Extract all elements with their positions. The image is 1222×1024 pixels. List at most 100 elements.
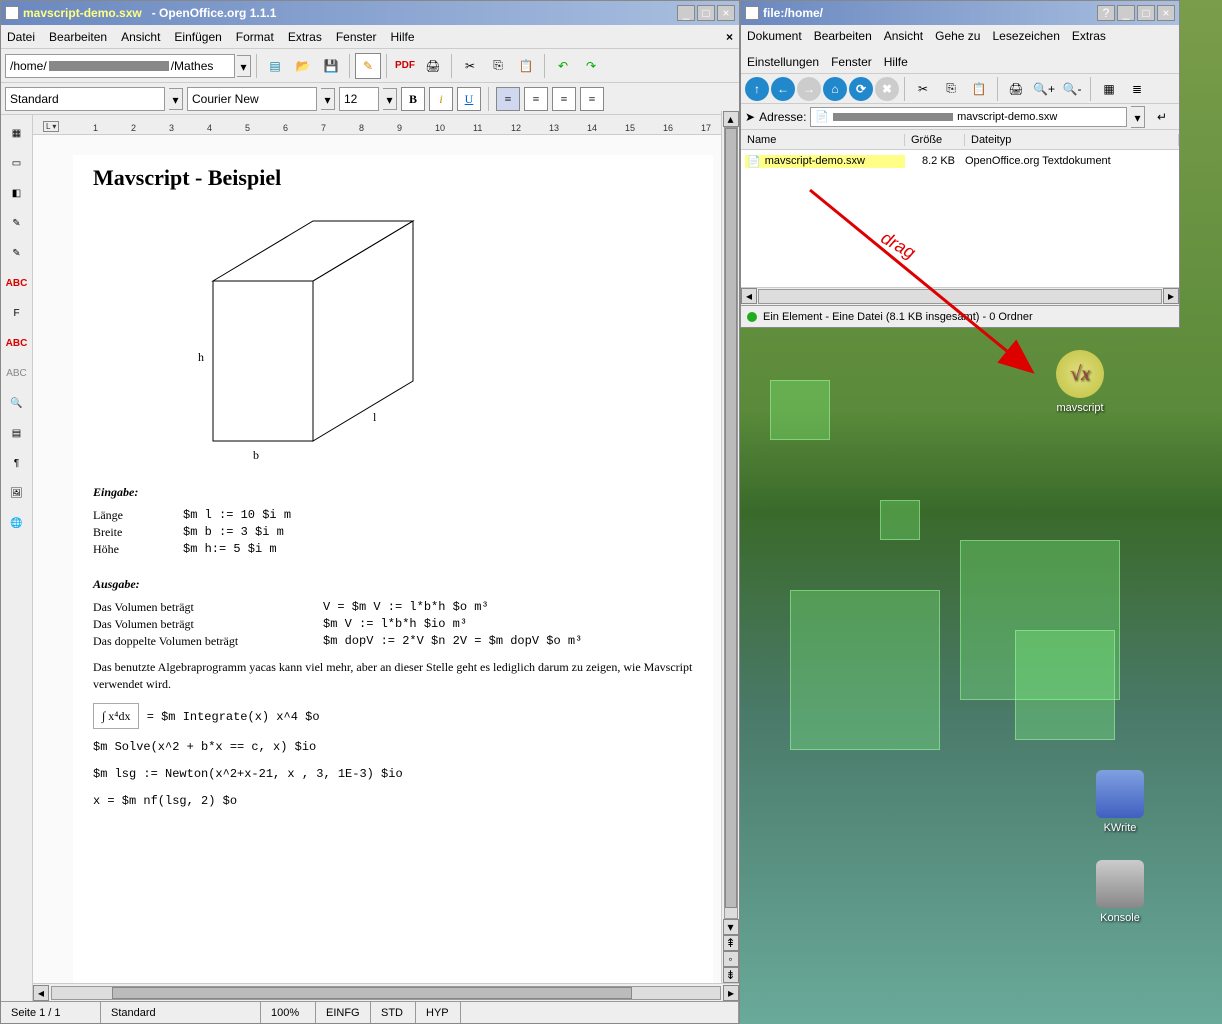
minimize-button[interactable]: _ (677, 5, 695, 21)
status-zoom[interactable]: 100% (261, 1002, 316, 1023)
scroll-right-button[interactable]: ▸ (723, 985, 739, 1001)
menu-bearbeiten[interactable]: Bearbeiten (49, 30, 107, 44)
datasources-button[interactable]: ▤ (5, 421, 29, 445)
menu-einfuegen[interactable]: Einfügen (174, 30, 221, 44)
url-dropdown[interactable]: ▾ (237, 55, 251, 77)
fm-col-type[interactable]: Dateityp (965, 134, 1179, 146)
insert-object-button[interactable]: ◧ (5, 181, 29, 205)
find-button[interactable]: 🔍 (5, 391, 29, 415)
fm-col-size[interactable]: Größe (905, 134, 965, 146)
fm-maximize-button[interactable]: □ (1137, 5, 1155, 21)
next-page-button[interactable]: ⇟ (723, 967, 739, 983)
horizontal-ruler[interactable]: L ▾ 1234567891011121314151617 (33, 115, 739, 135)
menu-extras[interactable]: Extras (288, 30, 322, 44)
autospell-button[interactable]: ABC (5, 361, 29, 385)
scroll-up-button[interactable]: ▴ (723, 111, 739, 127)
maximize-button[interactable]: □ (697, 5, 715, 21)
document-viewport[interactable]: Mavscript - Beispiel h b l Eingabe: Läng… (33, 135, 739, 983)
spellcheck-button[interactable]: ABC (5, 331, 29, 355)
paste-button[interactable]: 📋 (513, 53, 539, 79)
fm-copy-button[interactable]: ⎘ (938, 76, 964, 102)
url-field[interactable]: /home/ /Mathes (5, 54, 235, 78)
draw-button[interactable]: ✎ (5, 211, 29, 235)
pdf-button[interactable]: PDF (392, 53, 418, 79)
insert-table-button[interactable]: ▦ (5, 121, 29, 145)
draw2-button[interactable]: ✎ (5, 241, 29, 265)
nav-button[interactable]: ◦ (723, 951, 739, 967)
fm-menu-dokument[interactable]: Dokument (747, 29, 802, 43)
fm-menu-bearbeiten[interactable]: Bearbeiten (814, 29, 872, 43)
hyperlink-button[interactable]: 🌐 (5, 511, 29, 535)
fm-menu-einstellungen[interactable]: Einstellungen (747, 55, 819, 69)
menu-hilfe[interactable]: Hilfe (391, 30, 415, 44)
fm-print-button[interactable]: 🖨 (1003, 76, 1029, 102)
fm-close-button[interactable]: × (1157, 5, 1175, 21)
open-button[interactable]: 📂 (290, 53, 316, 79)
desktop-icon-mavscript[interactable]: √x mavscript (1045, 350, 1115, 414)
print-button[interactable]: 🖨 (420, 53, 446, 79)
fm-minimize-button[interactable]: _ (1117, 5, 1135, 21)
scroll-down-button[interactable]: ▾ (723, 919, 739, 935)
align-right-button[interactable]: ≡ (552, 87, 576, 111)
fm-file-row[interactable]: 📄mavscript-demo.sxw 8.2 KB OpenOffice.or… (741, 150, 1179, 172)
fm-menu-extras[interactable]: Extras (1072, 29, 1106, 43)
new-doc-button[interactable]: ▤ (262, 53, 288, 79)
fm-home-button[interactable]: ⌂ (823, 77, 847, 101)
font-dropdown[interactable]: ▾ (321, 88, 335, 110)
fm-up-button[interactable]: ↑ (745, 77, 769, 101)
copy-button[interactable]: ⎘ (485, 53, 511, 79)
menu-ansicht[interactable]: Ansicht (121, 30, 160, 44)
style-dropdown[interactable]: ▾ (169, 88, 183, 110)
gallery-button[interactable]: 🖼 (5, 481, 29, 505)
save-button[interactable]: 💾 (318, 53, 344, 79)
fm-listview-button[interactable]: ≣ (1124, 76, 1150, 102)
close-button[interactable]: × (717, 5, 735, 21)
nonprinting-button[interactable]: ¶ (5, 451, 29, 475)
status-hyp[interactable]: HYP (416, 1002, 461, 1023)
fm-addr-dropdown[interactable]: ▾ (1131, 106, 1145, 128)
fm-menu-hilfe[interactable]: Hilfe (884, 55, 908, 69)
size-dropdown[interactable]: ▾ (383, 88, 397, 110)
fm-bookmark-icon[interactable]: ➤ (745, 110, 755, 124)
fm-reload-button[interactable]: ⟳ (849, 77, 873, 101)
fm-help-button[interactable]: ? (1097, 5, 1115, 21)
fm-paste-button[interactable]: 📋 (966, 76, 992, 102)
horizontal-scrollbar[interactable]: ◂ ▸ (33, 983, 739, 1001)
fm-zoomin-button[interactable]: 🔍+ (1031, 76, 1057, 102)
menu-datei[interactable]: Datei (7, 30, 35, 44)
cut-button[interactable]: ✂ (457, 53, 483, 79)
desktop-icon-kwrite[interactable]: KWrite (1085, 770, 1155, 834)
align-left-button[interactable]: ≡ (496, 87, 520, 111)
fm-iconview-button[interactable]: ▦ (1096, 76, 1122, 102)
status-std[interactable]: STD (371, 1002, 416, 1023)
undo-button[interactable]: ↶ (550, 53, 576, 79)
underline-button[interactable]: U (457, 87, 481, 111)
font-name-combo[interactable]: Courier New (187, 87, 317, 111)
fm-col-name[interactable]: Name (741, 134, 905, 146)
bold-button[interactable]: B (401, 87, 425, 111)
vertical-scrollbar[interactable]: ▴ ▾ ⇞ ◦ ⇟ (721, 111, 739, 983)
font-size-combo[interactable]: 12 (339, 87, 379, 111)
align-center-button[interactable]: ≡ (524, 87, 548, 111)
fm-forward-button[interactable]: → (797, 77, 821, 101)
italic-button[interactable]: i (429, 87, 453, 111)
fm-titlebar[interactable]: file:/home/ ? _ □ × (741, 1, 1179, 25)
spellcheck-auto-button[interactable]: ABC (5, 271, 29, 295)
paragraph-style-combo[interactable]: Standard (5, 87, 165, 111)
fm-back-button[interactable]: ← (771, 77, 795, 101)
writer-titlebar[interactable]: mavscript-demo.sxw - OpenOffice.org 1.1.… (1, 1, 739, 25)
insert-field-button[interactable]: ▭ (5, 151, 29, 175)
close-document-button[interactable]: × (726, 30, 733, 44)
prev-page-button[interactable]: ⇞ (723, 935, 739, 951)
fm-menu-fenster[interactable]: Fenster (831, 55, 872, 69)
fm-zoomout-button[interactable]: 🔍- (1059, 76, 1085, 102)
desktop-icon-konsole[interactable]: Konsole (1085, 860, 1155, 924)
menu-format[interactable]: Format (236, 30, 274, 44)
fm-stop-button[interactable]: ✖ (875, 77, 899, 101)
fm-menu-gehezu[interactable]: Gehe zu (935, 29, 980, 43)
fm-address-input[interactable]: 📄 mavscript-demo.sxw (810, 107, 1127, 127)
fm-menu-ansicht[interactable]: Ansicht (884, 29, 923, 43)
fm-file-list[interactable]: Name Größe Dateityp 📄mavscript-demo.sxw … (741, 130, 1179, 287)
font-effects-button[interactable]: F (5, 301, 29, 325)
redo-button[interactable]: ↷ (578, 53, 604, 79)
